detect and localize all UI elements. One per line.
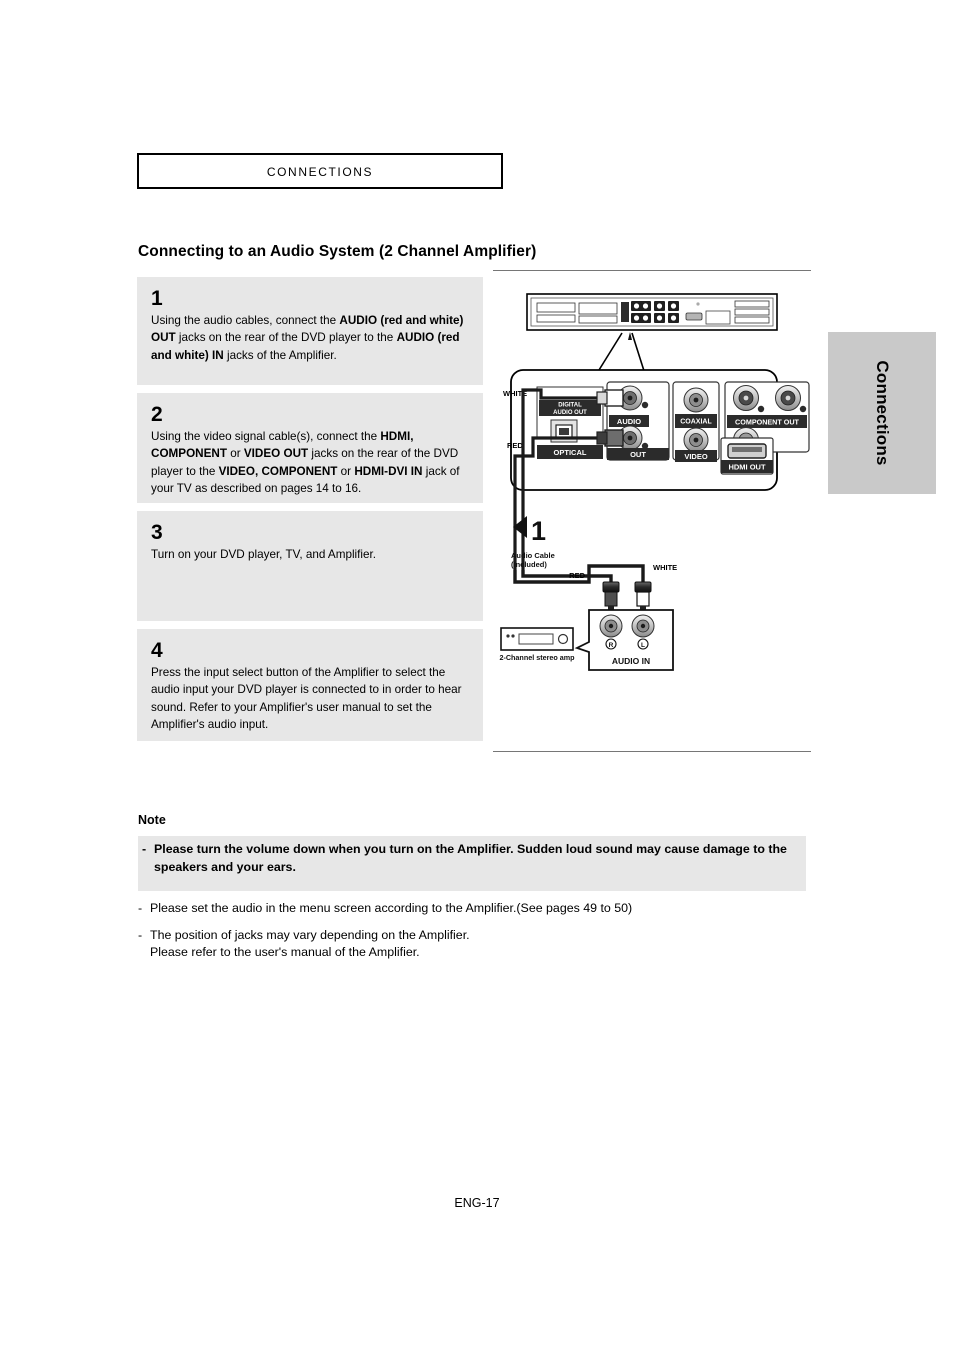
note-item: - Please set the audio in the menu scree… xyxy=(138,900,806,918)
label-amp-caption: 2-Channel stereo amp xyxy=(499,653,575,662)
step-text: Turn on your DVD player, TV, and Amplifi… xyxy=(151,548,376,562)
label-red-left: RED xyxy=(507,441,523,450)
step-number: 2 xyxy=(151,403,163,426)
note-title: Note xyxy=(138,813,166,827)
chapter-title: Connections xyxy=(266,161,374,180)
chapter-title-box: Connections xyxy=(137,153,503,189)
hdmi-out-block: HDMI OUT xyxy=(720,437,774,475)
step-text: Using the audio cables, connect the AUDI… xyxy=(151,314,464,362)
step-item: 4 Press the input select button of the A… xyxy=(137,629,483,741)
label-audio-cable-2: (Included) xyxy=(511,560,547,569)
label-digital-audio-out-2: AUDIO OUT xyxy=(553,410,587,416)
step-item: 1 Using the audio cables, connect the AU… xyxy=(137,277,483,385)
label-audio: AUDIO xyxy=(617,417,641,426)
label-hdmi-out: HDMI OUT xyxy=(728,463,765,472)
note-text: The position of jacks may vary depending… xyxy=(150,927,470,942)
dvd-rear-panel-overview xyxy=(526,293,778,340)
diagram-illustration: DIGITAL AUDIO OUT OPTICAL AUDIO OUT COAX… xyxy=(499,293,810,671)
note-dash: - xyxy=(138,901,143,916)
step-number: 4 xyxy=(151,639,163,662)
label-out: OUT xyxy=(630,450,646,459)
label-red-plug: RED xyxy=(569,571,585,580)
note-dash: - xyxy=(138,927,143,942)
side-tab-label: Connections xyxy=(873,360,892,466)
label-coaxial: COAXIAL xyxy=(680,419,712,426)
side-tab-connections: Connections xyxy=(828,332,936,494)
callout-number: 1 xyxy=(531,516,546,546)
callout-marker-1: 1 xyxy=(513,516,546,546)
page-footer: ENG-17 xyxy=(454,1196,500,1210)
label-audio-cable-1: Audio Cable xyxy=(511,551,555,560)
note-highlight-band: - Please turn the volume down when you t… xyxy=(138,836,806,892)
note-dash: - xyxy=(142,842,147,856)
stereo-amp-unit: 2-Channel stereo amp xyxy=(499,627,575,662)
note-text: Please turn the volume down when you tur… xyxy=(154,842,787,874)
step-number: 3 xyxy=(151,521,163,544)
zoom-leader-lines xyxy=(598,332,646,375)
step-item: 3 Turn on your DVD player, TV, and Ampli… xyxy=(137,511,483,621)
label-digital-audio-out-1: DIGITAL xyxy=(558,403,582,409)
note-item: - Please turn the volume down when you t… xyxy=(142,841,802,876)
section-heading: Connecting to an Audio System (2 Channel… xyxy=(138,243,537,260)
label-audio-in: AUDIO IN xyxy=(612,656,650,666)
label-optical: OPTICAL xyxy=(554,448,587,457)
note-section: Note - Please turn the volume down when … xyxy=(138,813,806,971)
note-text-secondary: Please refer to the user's manual of the… xyxy=(150,945,420,960)
steps-list: 1 Using the audio cables, connect the AU… xyxy=(137,277,483,749)
note-text: Please set the audio in the menu screen … xyxy=(150,901,633,916)
step-number: 1 xyxy=(151,287,163,310)
note-item: - The position of jacks may vary dependi… xyxy=(138,927,806,962)
label-component-out: COMPONENT OUT xyxy=(735,418,799,427)
connection-diagram: DIGITAL AUDIO OUT OPTICAL AUDIO OUT COAX… xyxy=(493,270,811,752)
step-item: 2 Using the video signal cable(s), conne… xyxy=(137,393,483,503)
note-text-wrap: The position of jacks may vary depending… xyxy=(150,927,806,962)
step-text: Using the video signal cable(s), connect… xyxy=(151,430,460,495)
label-jack-r: R xyxy=(609,642,614,649)
label-white-plug: WHITE xyxy=(653,563,677,572)
label-video: VIDEO xyxy=(684,452,708,461)
step-text: Press the input select button of the Amp… xyxy=(151,666,462,731)
label-jack-l: L xyxy=(641,642,645,649)
